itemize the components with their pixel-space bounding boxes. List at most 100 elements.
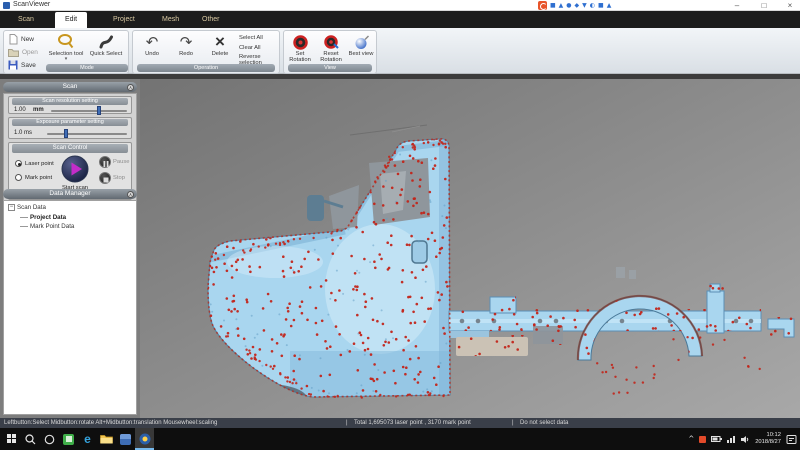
redo-icon: ↷ (171, 33, 201, 51)
pause-label: Pause (113, 159, 129, 165)
overlay-icon-3[interactable]: ● (566, 1, 571, 10)
capture-overlay-toolbar: ■ ▲ ● ◆ ▼ ◐ ■ ▲ (538, 1, 611, 10)
resolution-group-title: Scan resolution setting (12, 98, 128, 105)
taskbar-app-blue[interactable] (116, 428, 135, 450)
laser-point-radio[interactable] (15, 160, 22, 167)
system-tray: ^ 10:12 2018/8/27 (688, 428, 800, 450)
taskbar-edge[interactable]: e (78, 428, 97, 450)
overlay-icon-2[interactable]: ▲ (559, 1, 564, 10)
tray-time: 10:12 (755, 432, 781, 439)
resolution-group: Scan resolution setting 1.00 mm (8, 96, 132, 114)
save-button[interactable]: Save (8, 59, 36, 71)
data-manager-header[interactable]: Data Manager ∧ (3, 189, 137, 199)
tree-item-mark-point-data[interactable]: Mark Point Data (20, 223, 74, 230)
overlay-icon-6[interactable]: ◐ (590, 1, 595, 10)
dropdown-arrow-icon: ▾ (48, 57, 84, 63)
undo-button[interactable]: ↶ Undo (137, 33, 167, 57)
title-bar: ScanViewer ■ ▲ ● ◆ ▼ ◐ ■ ▲ – □ × (0, 0, 800, 11)
file-explorer-icon (100, 434, 113, 444)
minimize-button[interactable]: – (728, 0, 746, 11)
lasso-icon (48, 33, 84, 51)
scan-panel-header[interactable]: Scan ∧ (3, 82, 137, 92)
status-bar: Leftbutton:Select Midbutton:rotate Alt+M… (0, 418, 800, 428)
fuel-tank-box (456, 337, 528, 356)
file-mode-panel: New Open Save Selection tool ▾ (3, 30, 129, 74)
tray-red-app-icon[interactable] (699, 436, 706, 443)
resolution-slider-handle[interactable] (97, 106, 101, 115)
windows-taskbar: e ^ 10:12 2018/8/27 (0, 428, 800, 450)
new-button[interactable]: New (8, 33, 34, 45)
taskbar-app-green[interactable] (59, 428, 78, 450)
taskbar-search-button[interactable] (21, 428, 40, 450)
tab-other[interactable]: Other (192, 12, 230, 28)
exposure-slider-handle[interactable] (64, 129, 68, 138)
3d-viewport[interactable] (140, 79, 800, 418)
start-button[interactable] (2, 428, 21, 450)
best-view-icon (346, 33, 376, 51)
resolution-slider[interactable] (51, 110, 127, 112)
overlay-icon-1[interactable]: ■ (550, 1, 556, 10)
quick-select-icon (88, 33, 124, 51)
point-cloud-canvas[interactable] (140, 79, 800, 418)
tree-root-scan-data[interactable]: −Scan Data (8, 204, 46, 211)
speaker-icon[interactable] (741, 435, 750, 444)
exposure-group: Exposure parameter setting 1.0 ms (8, 117, 132, 139)
battery-icon[interactable] (711, 435, 722, 443)
start-scan-button[interactable] (61, 155, 89, 183)
save-floppy-icon (8, 60, 18, 70)
tab-mesh[interactable]: Mesh (152, 12, 189, 28)
open-folder-icon (8, 48, 19, 57)
tree-item-project-data[interactable]: Project Data (20, 214, 66, 221)
overlay-icon-4[interactable]: ◆ (575, 1, 580, 10)
separator-1: | (346, 420, 348, 426)
action-center-icon[interactable] (786, 434, 797, 445)
open-button[interactable]: Open (8, 46, 38, 58)
data-manager-collapse-button[interactable]: ∧ (127, 191, 134, 198)
redo-button[interactable]: ↷ Redo (171, 33, 201, 57)
separator-2: | (512, 420, 514, 426)
app-icon (3, 2, 10, 9)
delete-button[interactable]: × Delete (205, 33, 235, 57)
blue-app-icon (120, 434, 131, 445)
select-all-button[interactable]: Select All (239, 35, 279, 41)
tab-edit[interactable]: Edit (55, 12, 87, 28)
taskbar-file-explorer[interactable] (97, 428, 116, 450)
green-app-icon (63, 434, 74, 445)
close-button[interactable]: × (781, 0, 799, 11)
scan-collapse-button[interactable]: ∧ (127, 84, 134, 91)
resolution-unit: mm (33, 107, 44, 113)
side-mirror (307, 195, 324, 221)
maximize-button[interactable]: □ (755, 0, 773, 11)
overlay-icon-8[interactable]: ▲ (607, 1, 612, 10)
resolution-value: 1.00 (14, 107, 26, 113)
taskbar-scanviewer-active[interactable] (135, 428, 154, 450)
exposure-slider[interactable] (47, 133, 127, 135)
tree-expander-icon[interactable]: − (8, 204, 15, 211)
view-group-label: View (288, 64, 372, 72)
quick-select-button[interactable]: Quick Select (88, 33, 124, 57)
undo-icon: ↶ (137, 33, 167, 51)
overlay-icon-5[interactable]: ▼ (582, 1, 587, 10)
tab-scan[interactable]: Scan (8, 12, 44, 28)
point-totals: Total 1,695073 laser point , 3170 mark p… (354, 420, 471, 426)
cortana-button[interactable] (40, 428, 59, 450)
scanviewer-window: ScanViewer ■ ▲ ● ◆ ▼ ◐ ■ ▲ – □ × Scan Ed… (0, 0, 800, 450)
mark-point-radio[interactable] (15, 174, 22, 181)
tray-chevron-icon[interactable]: ^ (688, 435, 694, 443)
capture-logo-icon[interactable] (538, 1, 547, 10)
pause-button[interactable] (99, 156, 111, 168)
overlay-icon-7[interactable]: ■ (598, 1, 604, 10)
mode-group-label: Mode (46, 64, 128, 72)
stop-button[interactable] (99, 172, 111, 184)
ribbon: New Open Save Selection tool ▾ (0, 28, 800, 74)
clear-all-button[interactable]: Clear All (239, 45, 279, 51)
selection-tool-button[interactable]: Selection tool ▾ (48, 33, 84, 63)
cortana-icon (44, 434, 55, 445)
best-view-button[interactable]: Best view (346, 33, 376, 57)
tab-project[interactable]: Project (103, 12, 145, 28)
left-sidebar: Scan ∧ Scan resolution setting 1.00 mm E… (0, 79, 140, 418)
delete-icon: × (205, 33, 235, 51)
stop-label: Stop (113, 175, 125, 181)
clock[interactable]: 10:12 2018/8/27 (755, 432, 781, 445)
network-icon[interactable] (727, 435, 736, 443)
